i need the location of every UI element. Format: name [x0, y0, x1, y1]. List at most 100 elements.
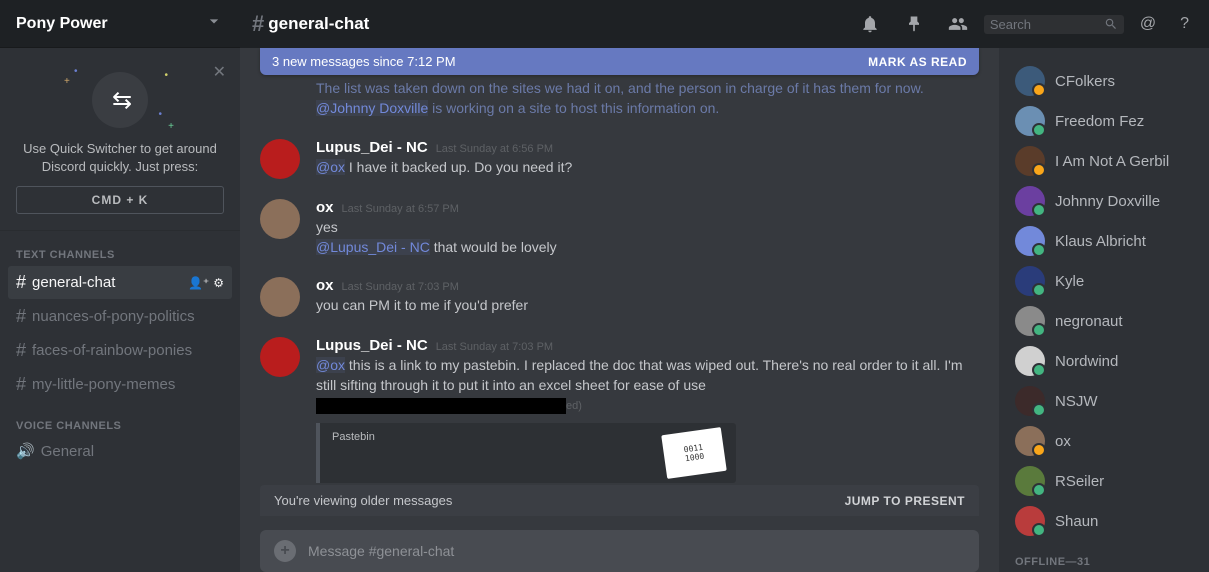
channel-label: general-chat — [32, 274, 115, 291]
message: ox Last Sunday at 7:03 PM you can PM it to… — [260, 261, 979, 321]
member-name: Nordwind — [1055, 353, 1118, 370]
avatar — [1015, 386, 1045, 416]
invite-icon[interactable]: 👤⁺ — [188, 276, 209, 290]
message-timestamp: Last Sunday at 6:56 PM — [436, 143, 553, 155]
message-timestamp: Last Sunday at 7:03 PM — [342, 281, 459, 293]
message: oxLast Sunday at 6:57 PMyes@Lupus_Dei - … — [260, 183, 979, 261]
avatar — [1015, 426, 1045, 456]
mention[interactable]: @Lupus_Dei - NC — [316, 239, 430, 255]
member-cfolkers[interactable]: CFolkers — [1007, 62, 1201, 100]
member-johnny-doxville[interactable]: Johnny Doxville — [1007, 182, 1201, 220]
message-author[interactable]: Lupus_Dei - NC — [316, 337, 428, 354]
message-text: you can PM it to me if you'd prefer — [316, 296, 979, 316]
channel-label: nuances-of-pony-politics — [32, 308, 195, 325]
channel-label: faces-of-rainbow-ponies — [32, 342, 192, 359]
member-i-am-not-a-gerbil[interactable]: I Am Not A Gerbil — [1007, 142, 1201, 180]
embed-thumb: 00111000 — [661, 427, 727, 479]
mark-as-read-button[interactable]: MARK AS READ — [868, 55, 967, 69]
avatar[interactable] — [260, 277, 300, 317]
message-input-area: + — [240, 516, 999, 572]
bell-icon[interactable] — [852, 14, 888, 34]
member-name: ox — [1055, 433, 1071, 450]
quick-switcher-key[interactable]: CMD + K — [16, 186, 224, 214]
avatar — [1015, 506, 1045, 536]
quick-switcher-text: Use Quick Switcher to get around Discord… — [16, 140, 224, 176]
redacted-content — [316, 398, 566, 414]
member-name: Shaun — [1055, 513, 1098, 530]
member-klaus-albricht[interactable]: Klaus Albricht — [1007, 222, 1201, 260]
pin-icon[interactable] — [896, 14, 932, 34]
avatar — [1015, 466, 1045, 496]
help-icon[interactable]: ? — [1172, 15, 1197, 33]
channel-nuances-of-pony-politics[interactable]: #nuances-of-pony-politics — [8, 300, 232, 333]
channel-label: my-little-pony-memes — [32, 376, 175, 393]
voice-channels-header: VOICE CHANNELS — [0, 402, 240, 436]
hash-icon: # — [16, 272, 26, 293]
member-name: NSJW — [1055, 393, 1098, 410]
mentions-icon[interactable]: @ — [1132, 15, 1164, 33]
message-timestamp: Last Sunday at 6:57 PM — [342, 203, 459, 215]
member-name: I Am Not A Gerbil — [1055, 153, 1169, 170]
member-negronaut[interactable]: negronaut — [1007, 302, 1201, 340]
member-name: Kyle — [1055, 273, 1084, 290]
offline-header: OFFLINE—31 — [1007, 542, 1201, 570]
chevron-down-icon[interactable] — [204, 11, 224, 36]
voice-channel-label: General — [41, 443, 94, 460]
plus-icon[interactable]: + — [274, 540, 296, 562]
channel-my-little-pony-memes[interactable]: # my-little-pony-memes — [8, 368, 232, 401]
member-nsjw[interactable]: NSJW — [1007, 382, 1201, 420]
gear-icon[interactable]: ⚙ — [213, 276, 224, 290]
channel-title-text: general-chat — [268, 14, 369, 34]
older-messages-bar[interactable]: You're viewing older messages JUMP TO PR… — [260, 485, 979, 516]
message-text: @ox I have it backed up. Do you need it? — [316, 158, 979, 178]
message-timestamp: Last Sunday at 7:03 PM — [436, 341, 553, 353]
message-input-field[interactable] — [308, 543, 965, 559]
new-messages-bar[interactable]: 3 new messages since 7:12 PM MARK AS REA… — [260, 48, 979, 75]
avatar[interactable] — [260, 337, 300, 377]
jump-to-present-button[interactable]: JUMP TO PRESENT — [845, 494, 965, 508]
server-header[interactable]: Pony Power — [0, 0, 240, 48]
member-freedom-fez[interactable]: Freedom Fez — [1007, 102, 1201, 140]
avatar — [1015, 106, 1045, 136]
channel-faces-of-rainbow-ponies[interactable]: # faces-of-rainbow-ponies — [8, 334, 232, 367]
main-area: # general-chat @ ? 3 new messages since … — [240, 0, 1209, 572]
member-nordwind[interactable]: Nordwind — [1007, 342, 1201, 380]
member-ox[interactable]: ox — [1007, 422, 1201, 460]
message-text: @Lupus_Dei - NC that would be lovely — [316, 238, 979, 258]
avatar — [1015, 306, 1045, 336]
mention[interactable]: @ox — [316, 159, 345, 175]
member-kyle[interactable]: Kyle — [1007, 262, 1201, 300]
avatar — [1015, 66, 1045, 96]
member-rseiler[interactable]: RSeiler — [1007, 462, 1201, 500]
members-icon[interactable] — [940, 14, 976, 34]
channel-general-chat[interactable]: # general-chat 👤⁺ ⚙ — [8, 266, 232, 299]
message-author[interactable]: ox — [316, 277, 334, 294]
message: The list was taken down on the sites we … — [260, 79, 979, 123]
member-shaun[interactable]: Shaun — [1007, 502, 1201, 540]
avatar — [1015, 226, 1045, 256]
hash-icon: # — [16, 374, 26, 395]
message-input[interactable]: + — [260, 530, 979, 572]
quick-switcher-panel: ✕ ⇆ • + • + • Use Quick Switcher to get … — [0, 48, 240, 231]
search-input[interactable] — [990, 17, 1090, 32]
message-author[interactable]: ox — [316, 199, 334, 216]
member-name: Johnny Doxville — [1055, 193, 1160, 210]
search-box[interactable] — [984, 15, 1124, 34]
mention[interactable]: @ox — [316, 357, 345, 373]
message-text: ed) — [316, 395, 979, 415]
avatar[interactable] — [260, 139, 300, 179]
hash-icon: # — [16, 340, 26, 361]
voice-channel-general[interactable]: 🔊 General — [0, 436, 240, 466]
message-author[interactable]: Lupus_Dei - NC — [316, 139, 428, 156]
avatar — [1015, 186, 1045, 216]
mention[interactable]: @Johnny Doxville — [316, 100, 428, 116]
member-name: RSeiler — [1055, 473, 1104, 490]
quick-switcher-icon: ⇆ • + • + • — [92, 72, 148, 128]
messages-area: 3 new messages since 7:12 PM MARK AS REA… — [240, 48, 999, 572]
topbar: # general-chat @ ? — [240, 0, 1209, 48]
message-text: The list was taken down on the sites we … — [316, 79, 979, 118]
avatar[interactable] — [260, 199, 300, 239]
speaker-icon: 🔊 — [16, 442, 35, 460]
members-list: CFolkersFreedom Fez I Am Not A Gerbil John… — [999, 48, 1209, 572]
embed[interactable]: Pastebin00111000 — [316, 423, 736, 483]
